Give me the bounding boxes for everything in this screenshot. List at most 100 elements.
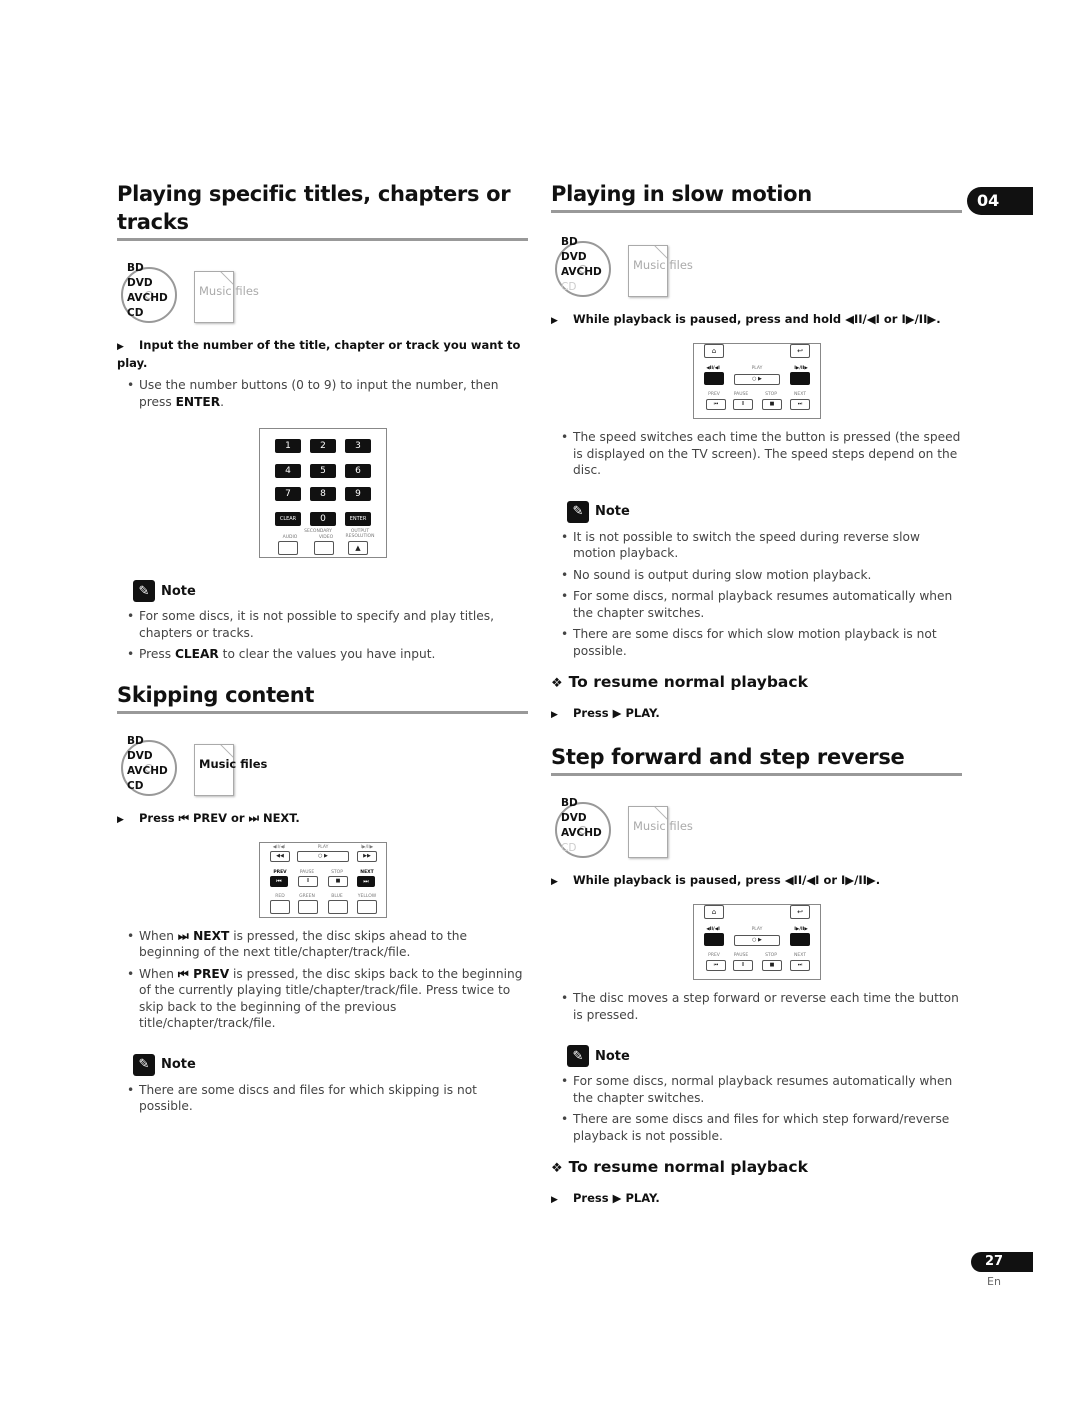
step-forward-button: [790, 372, 810, 385]
key-3: 3: [345, 439, 371, 453]
media-compat: BD DVD AVCHD CD Music files: [551, 796, 962, 858]
fast-forward-icon: ▶▶: [357, 850, 377, 862]
note-item: For some discs, normal playback resumes …: [561, 1073, 962, 1106]
pencil-icon: ✎: [567, 500, 589, 523]
instruction-step: ▶ While playback is paused, press ◀II/◀I …: [551, 872, 962, 890]
key-6: 6: [345, 464, 371, 478]
bullet-item: When ⏭ NEXT is pressed, the disc skips a…: [127, 928, 528, 961]
page-number: 27: [971, 1252, 1033, 1272]
section-title: Skipping content: [117, 681, 528, 714]
bullet-list: The disc moves a step forward or reverse…: [551, 990, 962, 1023]
left-column: Playing specific titles, chapters or tra…: [117, 180, 528, 1120]
key-7: 7: [275, 487, 301, 501]
audio-button: [278, 541, 298, 555]
section-title: Step forward and step reverse: [551, 743, 962, 776]
pause-icon: II: [298, 875, 318, 887]
media-labels: BD DVD AVCHD CD: [127, 262, 168, 319]
arrow-right-icon: ▶: [551, 710, 558, 720]
red-button: [270, 899, 290, 914]
video-button: [314, 541, 334, 555]
note-heading: ✎ Note: [133, 1053, 528, 1076]
key-clear: CLEAR: [275, 512, 301, 526]
key-1: 1: [275, 439, 301, 453]
key-enter: ENTER: [345, 512, 371, 526]
instruction-step: ▶ While playback is paused, press and hol…: [551, 311, 962, 329]
output-resolution-label: OUTPUT RESOLUTION: [345, 529, 375, 539]
stop-icon: ■: [762, 399, 782, 410]
note-heading: ✎ Note: [567, 500, 962, 523]
bullet-list: The speed switches each time the button …: [551, 429, 962, 479]
yellow-button: [357, 899, 377, 914]
note-item: No sound is output during slow motion pl…: [561, 567, 962, 584]
play-icon: ○ ▶: [734, 374, 780, 385]
music-files-label: Music files: [199, 284, 259, 298]
pencil-icon: ✎: [567, 1045, 589, 1067]
home-icon: ⌂: [704, 344, 724, 358]
transport-remote-illustration: ◀II/◀I PLAY I▶/II▶ ◀◀ ○ ▶ ▶▶ PREV PAUSE …: [259, 841, 387, 918]
stop-icon: ■: [328, 875, 348, 887]
media-labels: BD DVD AVCHD CD: [127, 734, 168, 792]
note-item: It is not possible to switch the speed d…: [561, 529, 962, 562]
media-labels: BD DVD AVCHD CD: [561, 236, 602, 293]
secondary-label: SECONDARY: [304, 529, 332, 534]
instruction-step: ▶ Press ▶ PLAY.: [551, 1190, 962, 1208]
note-item: For some discs, normal playback resumes …: [561, 588, 962, 621]
pause-icon: II: [733, 960, 753, 971]
pause-icon: II: [733, 399, 753, 410]
section-step-forward-reverse: Step forward and step reverse BD DVD AVC…: [551, 743, 962, 1208]
note-list: For some discs, it is not possible to sp…: [117, 608, 528, 663]
next-icon: ⏭: [790, 399, 810, 410]
bullet-item: When ⏮ PREV is pressed, the disc skips b…: [127, 966, 528, 1032]
return-icon: ↩: [790, 344, 810, 358]
language-code: En: [987, 1275, 1001, 1288]
step-reverse-button: [704, 933, 724, 946]
music-files-label: Music files: [633, 258, 693, 272]
note-heading: ✎ Note: [567, 1045, 962, 1067]
media-compat: BD DVD AVCHD CD Music files: [117, 734, 528, 796]
right-column: Playing in slow motion BD DVD AVCHD CD M…: [551, 180, 962, 1208]
music-files-label: Music files: [199, 756, 268, 771]
stop-icon: ■: [762, 960, 782, 971]
video-label: VIDEO: [318, 535, 334, 540]
numpad-remote-illustration: 1 2 3 4 5 6 7 8 9 CLEAR 0 ENTER SECONDAR…: [259, 428, 387, 558]
up-arrow-icon: ▲: [348, 541, 368, 555]
note-item: There are some discs and files for which…: [127, 1082, 528, 1115]
section-title: Playing specific titles, chapters or tra…: [117, 180, 528, 241]
arrow-right-icon: ▶: [117, 342, 124, 352]
diamond-bullet-icon: ❖: [551, 676, 563, 691]
arrow-right-icon: ▶: [551, 1195, 558, 1205]
key-9: 9: [345, 487, 371, 501]
play-icon: ○ ▶: [734, 935, 780, 946]
next-icon: ⏭: [790, 960, 810, 971]
bullet-item: The disc moves a step forward or reverse…: [561, 990, 962, 1023]
note-item: There are some discs for which slow moti…: [561, 626, 962, 659]
step-reverse-button: [704, 372, 724, 385]
bullet-list: Use the number buttons (0 to 9) to input…: [117, 377, 528, 410]
note-item: For some discs, it is not possible to sp…: [127, 608, 528, 641]
step-remote-illustration: ⌂ ↩ ◀II/◀I PLAY I▶/II▶ ○ ▶ PREV PAUSE ST…: [693, 904, 821, 980]
instruction-step: ▶ Input the number of the title, chapter …: [117, 338, 521, 370]
pencil-icon: ✎: [133, 1053, 155, 1076]
media-labels: BD DVD AVCHD CD: [561, 797, 602, 854]
arrow-right-icon: ▶: [117, 814, 124, 825]
note-item: Press CLEAR to clear the values you have…: [127, 646, 528, 663]
instruction-step: ▶ Press ⏮ PREV or ⏭ NEXT.: [117, 810, 528, 828]
note-list: There are some discs and files for which…: [117, 1082, 528, 1115]
bullet-item: The speed switches each time the button …: [561, 429, 962, 479]
prev-icon: ⏮: [706, 960, 726, 971]
home-icon: ⌂: [704, 905, 724, 919]
section-title: Playing in slow motion: [551, 182, 812, 206]
audio-label: AUDIO: [282, 535, 298, 540]
note-item: There are some discs and files for which…: [561, 1111, 962, 1144]
arrow-right-icon: ▶: [551, 316, 558, 326]
chapter-tab: 04: [967, 187, 1033, 215]
green-button: [298, 899, 318, 914]
note-list: For some discs, normal playback resumes …: [551, 1073, 962, 1144]
subsection-title: ❖ To resume normal playback: [551, 673, 808, 691]
media-compat: BD DVD AVCHD CD Music files: [117, 261, 528, 323]
key-4: 4: [275, 464, 301, 478]
instruction-step: ▶ Press ▶ PLAY.: [551, 705, 962, 723]
play-icon: ○ ▶: [297, 850, 349, 862]
arrow-right-icon: ▶: [551, 877, 558, 887]
section-playing-specific: Playing specific titles, chapters or tra…: [117, 180, 528, 663]
